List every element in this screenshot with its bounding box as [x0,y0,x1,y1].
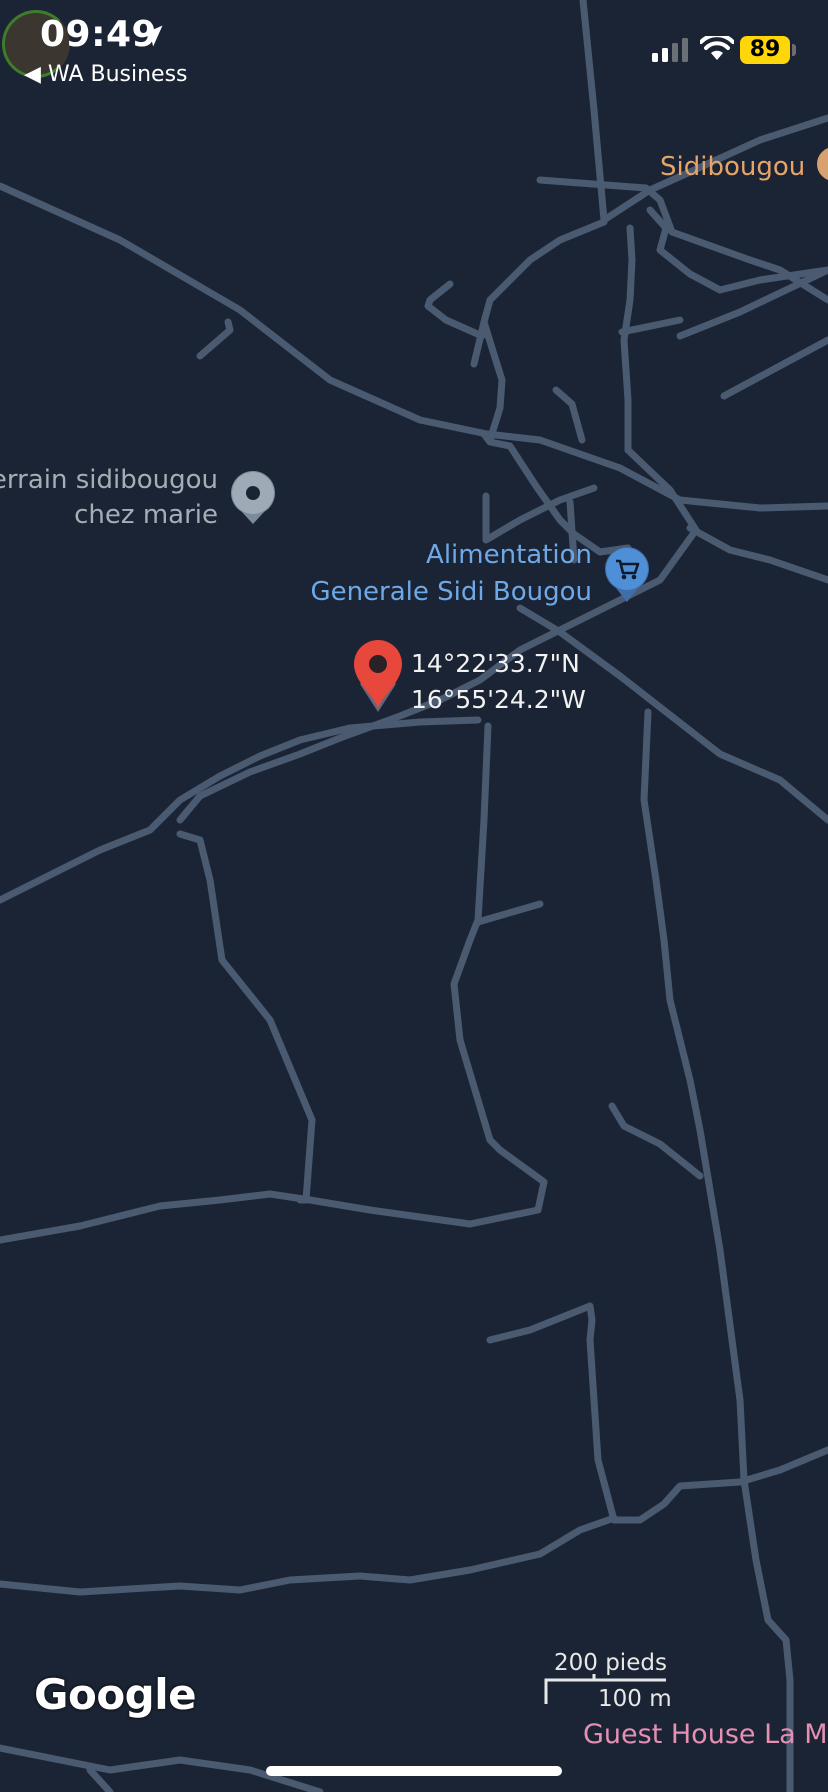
place-label-alimentation[interactable]: Alimentation Generale Sidi Bougou [300,537,592,611]
map-roads [0,0,828,1792]
place-label-sidibougou[interactable]: Sidibougou [660,152,805,182]
battery-tip [792,44,796,56]
scale-imperial: 200 pieds [554,1650,667,1676]
place-marker-icon[interactable] [228,468,278,526]
map-screen[interactable]: 09:49 ◀ WA Business 89 Sidibougou errain… [0,0,828,1792]
pin-longitude: 16°55'24.2"W [411,685,586,714]
google-logo: Google [34,1670,197,1719]
map-pin-icon[interactable] [350,638,406,714]
place-label-guest-house[interactable]: Guest House La Ma [583,1719,828,1750]
scale-metric: 100 m [598,1686,672,1712]
place-label-alimentation-line1: Alimentation [426,540,592,570]
place-label-terrain-line2: chez marie [74,500,218,530]
pin-coordinates: 14°22'33.7"N 16°55'24.2"W [411,646,586,718]
wifi-icon [700,36,734,60]
place-label-terrain-line1: errain sidibougou [0,465,218,495]
cellular-signal-icon [652,38,688,62]
home-indicator[interactable] [266,1766,562,1776]
place-label-terrain[interactable]: errain sidibougou chez marie [0,463,218,533]
battery-level: 89 [740,36,790,64]
shopping-cart-icon[interactable] [602,544,652,604]
location-arrow-icon [141,25,163,47]
pin-latitude: 14°22'33.7"N [411,649,580,678]
place-label-alimentation-line2: Generale Sidi Bougou [310,577,592,607]
back-to-app-link[interactable]: ◀ WA Business [24,62,188,87]
